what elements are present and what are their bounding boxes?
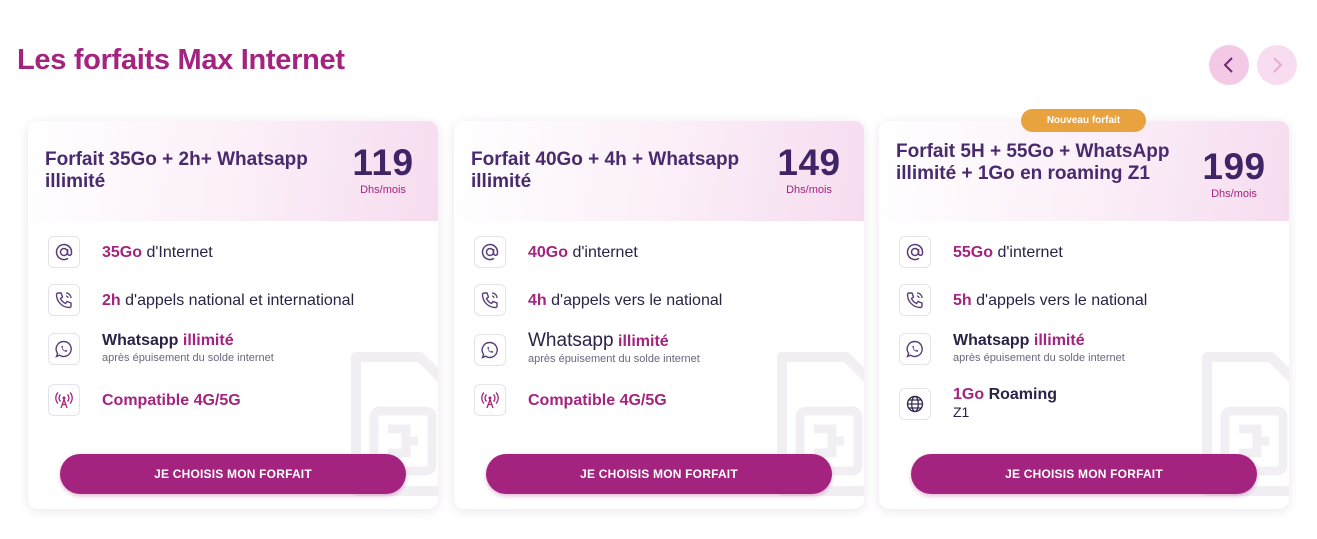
feature-highlight: 1Go — [953, 386, 985, 403]
at-icon — [474, 236, 506, 268]
antenna-icon — [48, 384, 80, 416]
feature-highlight: illimité — [618, 333, 669, 350]
feature-text: Whatsapp — [953, 332, 1030, 349]
price-value: 149 — [777, 142, 841, 183]
price-unit: Dhs/mois — [360, 184, 406, 196]
feature-highlight: 5h — [953, 291, 972, 309]
plan-card: Forfait 40Go + 4h + Whatsapp illimité 14… — [454, 121, 864, 509]
feature-text: Whatsapp — [528, 330, 614, 351]
page-title: Les forfaits Max Internet — [17, 44, 345, 76]
feature-whatsapp: Whatsapp illimité après épuisement du sol… — [899, 332, 1125, 365]
feature-internet: 55Go d'internet — [899, 236, 1063, 268]
price-unit: Dhs/mois — [786, 184, 832, 196]
new-plan-badge: Nouveau forfait — [1021, 109, 1146, 132]
choose-plan-button[interactable]: JE CHOISIS MON FORFAIT — [60, 454, 406, 494]
feature-text: d'appels national et international — [125, 291, 355, 309]
feature-text: d'internet — [572, 243, 638, 261]
feature-highlight: illimité — [182, 332, 234, 349]
plan-card: Forfait 35Go + 2h+ Whatsapp illimité 119… — [28, 121, 438, 509]
feature-text: Roaming — [988, 386, 1058, 403]
whatsapp-icon — [48, 333, 80, 365]
feature-calls: 2h d'appels national et international — [48, 284, 354, 316]
feature-highlight: 55Go — [953, 243, 994, 261]
phone-icon — [48, 284, 80, 316]
feature-subtext: après épuisement du solde internet — [528, 353, 700, 365]
feature-highlight: 2h — [102, 291, 121, 309]
feature-highlight: 40Go — [528, 243, 569, 261]
plan-card-header: Forfait 5H + 55Go + WhatsApp illimité + … — [879, 121, 1289, 221]
price-unit: Dhs/mois — [1211, 188, 1257, 200]
plan-name: Forfait 5H + 55Go + WhatsApp illimité + … — [896, 141, 1170, 184]
feature-internet: 40Go d'internet — [474, 236, 638, 268]
feature-calls: 5h d'appels vers le national — [899, 284, 1147, 316]
plan-card-header: Forfait 35Go + 2h+ Whatsapp illimité 119… — [28, 121, 438, 221]
plan-price: 119 Dhs/mois — [345, 142, 421, 197]
globe-icon — [899, 387, 931, 420]
price-value: 119 — [352, 142, 414, 183]
whatsapp-icon — [899, 333, 931, 365]
chevron-right-icon — [1273, 57, 1283, 73]
plan-name: Forfait 35Go + 2h+ Whatsapp illimité — [45, 149, 308, 192]
plan-card-header: Forfait 40Go + 4h + Whatsapp illimité 14… — [454, 121, 864, 221]
feature-network: Compatible 4G/5G — [474, 384, 667, 416]
feature-roaming: 1Go Roaming Z1 — [899, 386, 1057, 421]
feature-whatsapp: Whatsapp illimité après épuisement du sol… — [474, 330, 700, 366]
feature-highlight: Compatible 4G/5G — [102, 391, 241, 409]
choose-plan-button[interactable]: JE CHOISIS MON FORFAIT — [911, 454, 1257, 494]
carousel-next-button[interactable] — [1257, 45, 1297, 85]
plan-price: 149 Dhs/mois — [771, 142, 847, 197]
at-icon — [48, 236, 80, 268]
feature-highlight: illimité — [1033, 332, 1085, 349]
at-icon — [899, 236, 931, 268]
phone-icon — [474, 284, 506, 316]
price-value: 199 — [1202, 146, 1266, 187]
feature-text: d'appels vers le national — [976, 291, 1148, 309]
feature-text: d'appels vers le national — [551, 291, 723, 309]
phone-icon — [899, 284, 931, 316]
feature-calls: 4h d'appels vers le national — [474, 284, 722, 316]
feature-text: Whatsapp — [102, 332, 179, 349]
chevron-left-icon — [1223, 57, 1233, 73]
feature-subtext: après épuisement du solde internet — [102, 352, 274, 364]
feature-whatsapp: Whatsapp illimité après épuisement du sol… — [48, 332, 274, 365]
feature-subtext: après épuisement du solde internet — [953, 352, 1125, 364]
plan-price: 199 Dhs/mois — [1196, 146, 1272, 201]
whatsapp-icon — [474, 333, 506, 366]
antenna-icon — [474, 384, 506, 416]
plan-card: Forfait 5H + 55Go + WhatsApp illimité + … — [879, 121, 1289, 509]
plan-name: Forfait 40Go + 4h + Whatsapp illimité — [471, 149, 740, 192]
feature-highlight: 35Go — [102, 243, 143, 261]
carousel-prev-button[interactable] — [1209, 45, 1249, 85]
feature-text: d'Internet — [146, 243, 213, 261]
feature-network: Compatible 4G/5G — [48, 384, 241, 416]
feature-text: d'internet — [997, 243, 1063, 261]
feature-highlight: 4h — [528, 291, 547, 309]
choose-plan-button[interactable]: JE CHOISIS MON FORFAIT — [486, 454, 832, 494]
feature-highlight: Compatible 4G/5G — [528, 391, 667, 409]
feature-internet: 35Go d'Internet — [48, 236, 213, 268]
feature-subtext: Z1 — [953, 404, 970, 420]
